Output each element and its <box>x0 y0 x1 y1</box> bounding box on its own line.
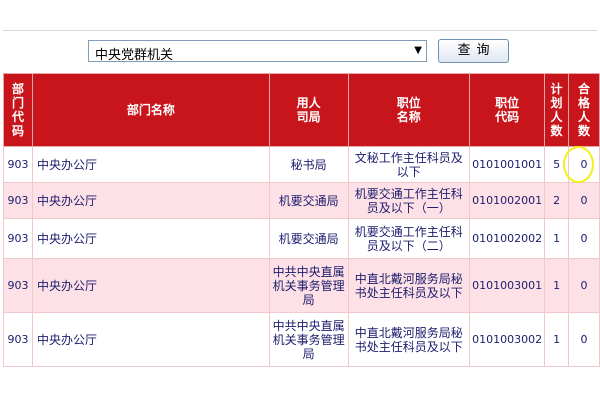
cell-position-name: 机要交通工作主任科员及以下（二） <box>347 218 471 259</box>
cell-employer: 中共中央直属机关事务管理局 <box>268 258 349 313</box>
header-planned: 计划人数 <box>544 73 570 147</box>
cell-position-name: 中直北戴河服务局秘书处主任科员及以下 <box>347 312 471 367</box>
header-position-name: 职位名称 <box>347 73 471 147</box>
cell-position-code: 0101003001 <box>469 258 546 313</box>
cell-dept-name: 中央办公厅 <box>31 258 270 313</box>
cell-employer: 机要交通局 <box>268 182 349 219</box>
cell-position-name: 机要交通工作主任科员及以下（一） <box>347 182 471 219</box>
cell-planned: 1 <box>544 312 570 367</box>
cell-position-name: 文秘工作主任科员及以下 <box>347 146 471 183</box>
table-row: 903 中央办公厅 中共中央直属机关事务管理局 中直北戴河服务局秘书处主任科员及… <box>3 312 600 367</box>
table-row: 903 中央办公厅 中共中央直属机关事务管理局 中直北戴河服务局秘书处主任科员及… <box>3 258 600 313</box>
cell-dept-code: 903 <box>3 258 33 313</box>
cell-position-code: 0101001001 <box>469 146 546 183</box>
table-row: 903 中央办公厅 机要交通局 机要交通工作主任科员及以下（二） 0101002… <box>3 218 600 259</box>
cell-dept-code: 903 <box>3 182 33 219</box>
cell-dept-code: 903 <box>3 312 33 367</box>
header-position-code: 职位代码 <box>469 73 546 147</box>
header-dept-name: 部门名称 <box>31 73 270 147</box>
header-employer: 用人司局 <box>268 73 349 147</box>
category-select-value: 中央党群机关 <box>95 48 174 63</box>
cell-planned: 1 <box>544 258 570 313</box>
cell-qualified: 0 <box>568 218 600 259</box>
cell-qualified: 0 <box>568 182 600 219</box>
cell-dept-code: 903 <box>3 146 33 183</box>
cell-dept-name: 中央办公厅 <box>31 218 270 259</box>
cell-dept-name: 中央办公厅 <box>31 312 270 367</box>
header-dept-code: 部门代码 <box>3 73 33 147</box>
cell-qualified: 0 <box>568 312 600 367</box>
cell-position-code: 0101002002 <box>469 218 546 259</box>
chevron-down-icon[interactable]: ▼ <box>414 45 422 56</box>
table-header-row: 部门代码 部门名称 用人司局 职位名称 职位代码 计划人数 合格人数 <box>3 73 600 147</box>
cell-planned: 2 <box>544 182 570 219</box>
table-row: 903 中央办公厅 机要交通局 机要交通工作主任科员及以下（一） 0101002… <box>3 182 600 219</box>
cell-employer: 中共中央直属机关事务管理局 <box>268 312 349 367</box>
positions-table: 部门代码 部门名称 用人司局 职位名称 职位代码 计划人数 合格人数 903 中… <box>3 73 600 367</box>
category-select[interactable]: 中央党群机关 ▼ <box>88 40 427 63</box>
cell-position-code: 0101003002 <box>469 312 546 367</box>
cell-qualified: 0 <box>568 258 600 313</box>
cell-position-code: 0101002001 <box>469 182 546 219</box>
header-qualified: 合格人数 <box>568 73 600 147</box>
cell-employer: 秘书局 <box>268 146 349 183</box>
table-row: 903 中央办公厅 秘书局 文秘工作主任科员及以下 0101001001 5 0 <box>3 146 600 183</box>
highlight-circle <box>563 146 594 183</box>
cell-planned: 1 <box>544 218 570 259</box>
search-button[interactable]: 查询 <box>438 39 509 63</box>
cell-dept-code: 903 <box>3 218 33 259</box>
top-divider <box>3 30 597 31</box>
cell-dept-name: 中央办公厅 <box>31 146 270 183</box>
cell-dept-name: 中央办公厅 <box>31 182 270 219</box>
cell-employer: 机要交通局 <box>268 218 349 259</box>
cell-position-name: 中直北戴河服务局秘书处主任科员及以下 <box>347 258 471 313</box>
